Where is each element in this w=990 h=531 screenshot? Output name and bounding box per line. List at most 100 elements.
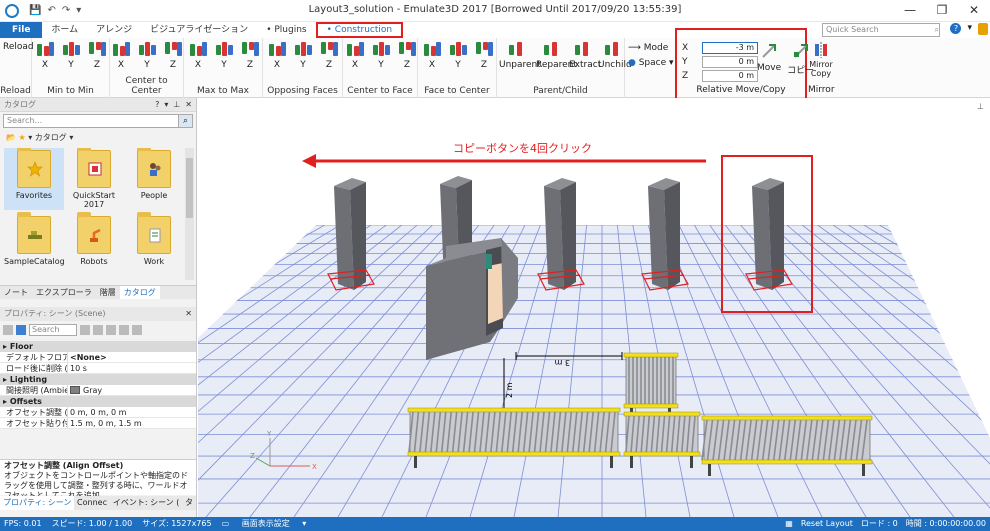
align-x-button[interactable]: X [344,42,366,70]
tab-catalog[interactable]: カタログ [119,286,160,299]
close-icon[interactable]: ✕ [185,307,196,321]
align-z-button[interactable]: Z [162,42,184,70]
catalog-item-quickstart[interactable]: QuickStart 2017 [64,148,124,210]
properties-search-input[interactable]: Search [29,324,77,336]
move-button[interactable]: Move [757,42,781,76]
catalog-item-work[interactable]: Work [124,212,184,276]
category-floor[interactable]: ▸ Floor [0,341,196,352]
unchild-button[interactable]: Unchild [598,42,632,70]
display-settings-button[interactable]: ▭ 画面表示設定 ▾ [222,517,307,531]
reset-layout-button[interactable]: Reset Layout [801,517,853,531]
catalog-grid: Favorites QuickStart 2017 People SampleC… [4,148,184,280]
align-y-button[interactable]: Y [213,42,235,70]
lock-icon[interactable] [978,23,988,35]
redo-icon[interactable]: ↷ [62,5,70,16]
catalog-item-robots[interactable]: Robots [64,212,124,276]
close-icon[interactable]: ✕ [185,98,192,111]
tab-events[interactable]: イベント: シーン ( [110,496,182,510]
tab-plugins[interactable]: • Plugins [257,22,315,38]
reload-button[interactable]: Reload [3,42,34,52]
align-z-button[interactable]: Z [396,42,418,70]
button-label: X [194,60,202,70]
property-row[interactable]: オフセット貼り付け (Paste1.5 m, 0 m, 1.5 m [0,418,196,429]
tool-icon[interactable] [93,325,103,335]
tool-icon[interactable] [80,325,90,335]
align-x-button[interactable]: X [187,42,209,70]
catalog-breadcrumb[interactable]: 📂 ★ ▾ カタログ ▾ [0,132,196,144]
pin-icon[interactable]: ⊥ [977,102,984,111]
tab-notes[interactable]: ノート [0,286,32,299]
chevron-down-icon[interactable]: ▾ [164,98,168,111]
tab-construction[interactable]: • Construction [315,22,404,38]
sort-alpha-icon[interactable] [16,325,26,335]
tool-icon[interactable] [119,325,129,335]
minimize-button[interactable]: — [894,0,926,22]
mirror-icon [815,42,827,58]
tab-connections[interactable]: Connec [74,496,110,510]
property-row[interactable]: デフォルトフロア (Default<None> [0,352,196,363]
space-dropdown[interactable]: ● Space ▾ [628,56,674,71]
customize-chevron-icon[interactable]: ▾ [76,5,81,16]
property-row[interactable]: 間接照明 (Ambient LigGray [0,385,196,396]
catalog-item-favorites[interactable]: Favorites [4,148,64,210]
align-icon [112,42,130,58]
help-icon[interactable]: ? [155,98,159,111]
tab-explorer[interactable]: エクスプローラ [32,286,96,299]
x-offset-input[interactable]: -3 m [702,41,758,54]
align-y-button[interactable]: Y [60,42,82,70]
grid-icon[interactable]: ▦ [785,517,793,531]
scene-canvas[interactable]: コピーボタンを4回クリック 3 m 2 m X Y Z [198,98,990,517]
align-z-button[interactable]: Z [239,42,261,70]
property-row[interactable]: ロード後に削除 (Delete10 s [0,363,196,374]
save-icon[interactable]: 💾 [29,5,41,16]
tab-arrange[interactable]: アレンジ [87,22,141,38]
pin-icon[interactable]: ⊥ [173,98,180,111]
align-y-button[interactable]: Y [136,42,158,70]
align-z-button[interactable]: Z [473,42,495,70]
close-button[interactable]: ✕ [958,0,990,22]
z-offset-input[interactable]: 0 m [702,69,758,82]
chevron-down-icon[interactable]: ▾ [967,23,972,35]
mode-dropdown[interactable]: ⟶ Mode [628,41,674,56]
tab-hierarchy[interactable]: 階層 [96,286,120,299]
tab-visualization[interactable]: ビジュアライゼーション [141,22,257,38]
align-x-button[interactable]: X [421,42,443,70]
scroll-thumb[interactable] [186,158,193,218]
floor [198,225,990,517]
align-y-button[interactable]: Y [447,42,469,70]
tab-properties[interactable]: プロパティ: シーン [0,496,75,510]
maximize-button[interactable]: ❐ [926,0,958,22]
align-y-button[interactable]: Y [370,42,392,70]
tab-home[interactable]: ホーム [42,22,87,38]
align-y-button[interactable]: Y [292,42,314,70]
align-x-button[interactable]: X [266,42,288,70]
3d-viewport[interactable]: コピーボタンを4回クリック 3 m 2 m X Y Z ⊥ [198,98,990,517]
tool-icon[interactable] [132,325,142,335]
catalog-item-samplecatalog[interactable]: SampleCatalog [4,212,65,276]
tool-icon[interactable] [106,325,116,335]
align-x-button[interactable]: X [34,42,56,70]
help-icon[interactable]: ? [950,23,962,34]
unparent-button[interactable]: Unparent [499,42,541,70]
property-row[interactable]: オフセット調整 (Align O0 m, 0 m, 0 m [0,407,196,418]
category-offsets[interactable]: ▸ Offsets [0,396,196,407]
undo-icon[interactable]: ↶ [47,5,55,16]
conveyor-rail [407,451,621,457]
catalog-item-people[interactable]: People [124,148,184,210]
speed-readout[interactable]: スピード: 1.00 / 1.00 [52,517,133,531]
sort-categories-icon[interactable] [3,325,13,335]
align-x-button[interactable]: X [110,42,132,70]
search-icon[interactable]: ⌕ [179,114,193,128]
catalog-search-input[interactable]: Search... [3,114,179,128]
tab-more[interactable]: タ [182,496,196,510]
align-z-button[interactable]: Z [318,42,340,70]
extract-button[interactable]: Extract [569,42,601,70]
tab-file[interactable]: File [0,22,43,38]
catalog-scrollbar[interactable] [185,148,194,280]
y-offset-input[interactable]: 0 m [702,55,758,68]
align-z-button[interactable]: Z [86,42,108,70]
category-lighting[interactable]: ▸ Lighting [0,374,196,385]
mirror-copy-button[interactable]: Mirror Copy [808,42,834,78]
reparent-button[interactable]: Reparent [536,42,577,70]
quick-search-input[interactable]: Quick Search ⌕ [822,23,940,37]
